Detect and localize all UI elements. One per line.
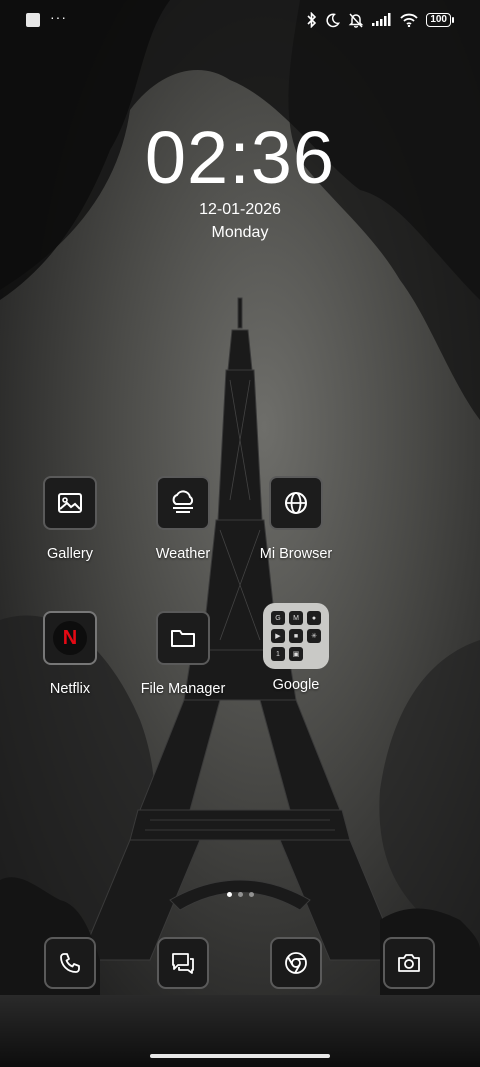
image-icon — [43, 476, 97, 530]
globe-icon — [269, 476, 323, 530]
folder-icon — [156, 611, 210, 665]
phone-icon — [60, 953, 80, 973]
app-mi-browser[interactable]: Mi Browser — [236, 476, 356, 562]
app-label: Netflix — [49, 681, 91, 697]
netflix-icon: N — [43, 611, 97, 665]
youtube-icon: ▶ — [271, 629, 285, 643]
chrome-icon — [285, 952, 307, 974]
clock-day: Monday — [211, 224, 269, 241]
clock-time[interactable]: 02:36 — [0, 118, 480, 198]
google-icon: G — [271, 611, 285, 625]
page-indicator — [0, 892, 480, 897]
app-label: Google — [272, 677, 320, 693]
page-dot-active — [226, 892, 232, 897]
app-netflix[interactable]: N Netflix — [10, 611, 130, 697]
gmail-icon: M — [289, 611, 303, 625]
page-dot — [248, 892, 254, 897]
camera-icon — [398, 954, 420, 972]
dock-messages[interactable] — [157, 937, 209, 989]
dock-phone[interactable] — [44, 937, 96, 989]
one-icon: 1 — [271, 647, 285, 661]
muted-bell-icon — [349, 13, 364, 28]
cloud-icon — [156, 476, 210, 530]
app-gallery[interactable]: Gallery — [10, 476, 130, 562]
empty-slot — [307, 647, 321, 661]
dock-camera[interactable] — [383, 937, 435, 989]
app-weather[interactable]: Weather — [123, 476, 243, 562]
cell-signal-icon — [372, 13, 391, 26]
home-gesture-bar[interactable] — [150, 1054, 330, 1058]
duo-icon: ▣ — [289, 647, 303, 661]
contacts-icon: ● — [307, 611, 321, 625]
clock-date: 12-01-2026 — [199, 201, 281, 218]
page-dot — [237, 892, 243, 897]
wifi-icon — [400, 13, 418, 27]
photos-icon: ✳ — [307, 629, 321, 643]
do-not-disturb-moon-icon — [326, 13, 341, 27]
app-label: Gallery — [47, 546, 93, 562]
status-bar: ··· 100 — [0, 10, 480, 36]
dock-chrome[interactable] — [270, 937, 322, 989]
app-label: File Manager — [140, 681, 226, 697]
folder-google[interactable]: G M ● ▶ ■ ✳ 1 ▣ Google — [236, 603, 356, 693]
battery-icon: 100 — [426, 13, 454, 27]
app-label: Weather — [155, 546, 211, 562]
meet-icon: ■ — [289, 629, 303, 643]
app-label: Mi Browser — [259, 546, 333, 562]
app-file-manager[interactable]: File Manager — [123, 611, 243, 697]
messages-icon — [172, 953, 194, 974]
battery-level: 100 — [426, 13, 451, 27]
google-folder-icon: G M ● ▶ ■ ✳ 1 ▣ — [263, 603, 329, 669]
bluetooth-icon — [307, 12, 317, 28]
more-dots-icon: ··· — [50, 9, 67, 25]
notification-square-icon — [26, 13, 40, 27]
